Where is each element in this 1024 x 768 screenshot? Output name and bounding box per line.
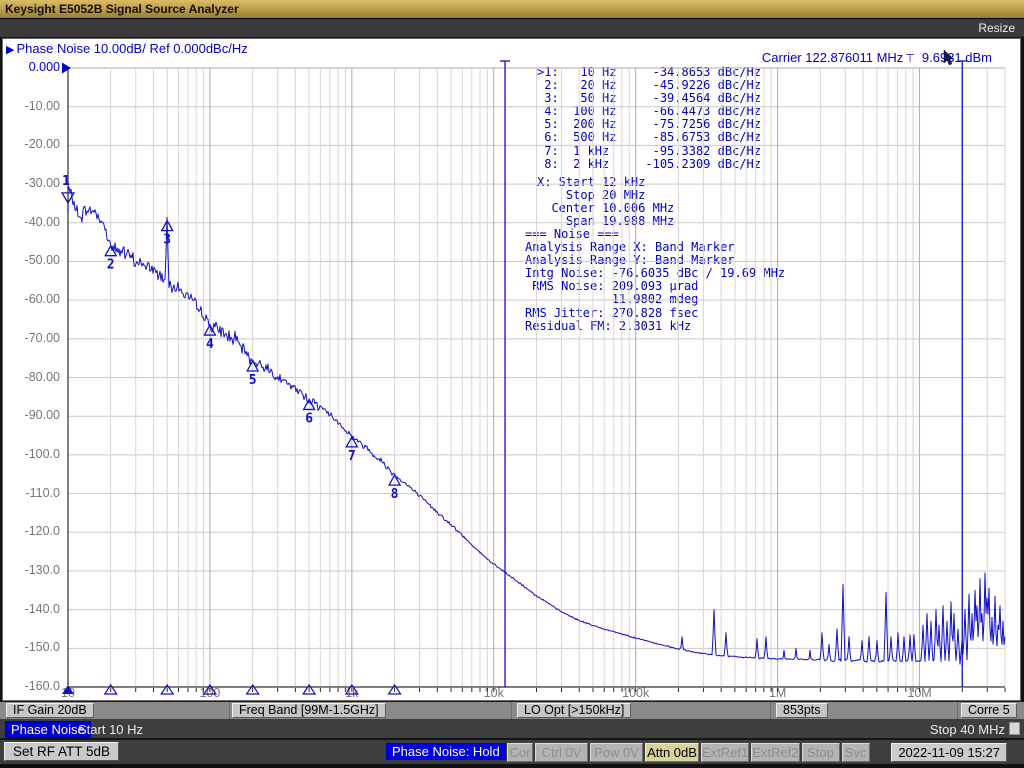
plot-labels-layer: ▶Phase Noise 10.00dB/ Ref 0.000dBc/Hz Ca… [0, 0, 1024, 768]
trace-arrow-icon: ▶ [6, 44, 14, 56]
x-axis-tick-label: 100k [606, 686, 666, 700]
y-axis-tick-label: -140.0 [6, 602, 60, 616]
noise-info-line: Residual FM: 2.3031 kHz [525, 320, 785, 333]
correction-button[interactable]: Corre 5 [961, 703, 1017, 718]
y-axis-tick-label: -40.00 [6, 215, 60, 229]
divider [770, 702, 771, 719]
noise-info-line: 11.9802 mdeg [525, 293, 785, 306]
set-rf-att-button[interactable]: Set RF ATT 5dB [4, 742, 119, 761]
points-button[interactable]: 853pts [776, 703, 828, 718]
noise-info-line: RMS Jitter: 270.828 fsec [525, 307, 785, 320]
y-axis-tick-label: -90.00 [6, 408, 60, 422]
marker-readout-line: 8: 2 kHz -105.2309 dBc/Hz [537, 158, 761, 171]
status-segment-stop[interactable]: Stop [802, 743, 840, 762]
x-axis-tick-label: 1M [748, 686, 808, 700]
sweep-range-bar: Phase Noise Start 10 Hz Stop 40 MHz [0, 719, 1024, 740]
carrier-readout: Carrier 122.876011 MHz⊤ 9.6931 dBm [762, 50, 992, 65]
status-segment-cor[interactable]: Cor [507, 743, 533, 762]
sweep-stop-label: Stop 40 MHz [930, 722, 1005, 737]
sweep-start-label: Start 10 Hz [78, 722, 143, 737]
x-axis-tick-label: 100 [180, 686, 240, 700]
divider [957, 702, 958, 719]
noise-analysis-block: === Noise ===Analysis Range X: Band Mark… [525, 228, 785, 333]
y-axis-tick-label: -30.00 [6, 176, 60, 190]
status-segment-extref1[interactable]: ExtRef1 [701, 743, 749, 762]
status-segment-svc[interactable]: Svc [842, 743, 870, 762]
carrier-frequency: Carrier 122.876011 MHz [762, 50, 903, 65]
x-axis-tick-label: 10 [38, 686, 98, 700]
carrier-power: 9.6931 dBm [922, 50, 992, 65]
status-segment-pow[interactable]: Pow 0V [590, 743, 643, 762]
lo-opt-button[interactable]: LO Opt [>150kHz] [517, 703, 631, 718]
measurement-state-badge: Phase Noise: Hold [386, 743, 506, 760]
y-axis-tick-label: -80.00 [6, 370, 60, 384]
marker-readout-line: 6: 500 Hz -85.6753 dBc/Hz [537, 131, 761, 144]
y-axis-tick-label: -60.00 [6, 292, 60, 306]
y-axis-tick-label: -10.00 [6, 99, 60, 113]
y-axis-tick-label: -20.00 [6, 137, 60, 151]
status-segment-ctrl[interactable]: Ctrl 0V [535, 743, 588, 762]
trace-label[interactable]: ▶Phase Noise 10.00dB/ Ref 0.000dBc/Hz [6, 41, 248, 56]
y-axis-tick-label: -130.0 [6, 563, 60, 577]
measurement-status-strip: IF Gain 20dB Freq Band [99M-1.5GHz] LO O… [0, 701, 1024, 719]
y-axis-tick-label: -110.0 [6, 486, 60, 500]
y-axis-tick-label: -70.00 [6, 331, 60, 345]
y-axis-tick-label: -100.0 [6, 447, 60, 461]
x-axis-tick-label: 10M [890, 686, 950, 700]
y-axis-tick-label: -50.00 [6, 253, 60, 267]
datetime-label: 2022-11-09 15:27 [891, 743, 1007, 762]
marker-readout-block: >1: 10 Hz -34.8653 dBc/Hz 2: 20 Hz -45.9… [537, 66, 761, 171]
instrument-status-bar: Set RF ATT 5dB Phase Noise: Hold CorCtrl… [0, 740, 1024, 764]
freq-band-button[interactable]: Freq Band [99M-1.5GHz] [232, 703, 386, 718]
x-axis-tick-label: 1k [322, 686, 382, 700]
y-axis-tick-label: -150.0 [6, 640, 60, 654]
status-segment-extref2[interactable]: ExtRef2 [751, 743, 799, 762]
band-marker-handle-icon: ⊤ [905, 53, 915, 65]
x-axis-tick-label: 10k [464, 686, 524, 700]
status-segments: CorCtrl 0VPow 0VAttn 0dBExtRef1ExtRef2St… [507, 743, 870, 762]
if-gain-button[interactable]: IF Gain 20dB [6, 703, 94, 718]
x-axis-readout-block: X: Start 12 kHz Stop 20 MHz Center 10.00… [537, 176, 674, 228]
y-axis-tick-label: -120.0 [6, 524, 60, 538]
divider [229, 702, 230, 719]
y-axis-tick-label: 0.000 [6, 60, 60, 74]
status-segment-attn[interactable]: Attn 0dB [645, 743, 699, 762]
divider [511, 702, 512, 719]
corner-button[interactable] [1009, 722, 1020, 735]
marker-readout-line: 7: 1 kHz -95.3382 dBc/Hz [537, 145, 761, 158]
instrument-screen: Keysight E5052B Signal Source Analyzer R… [0, 0, 1024, 768]
